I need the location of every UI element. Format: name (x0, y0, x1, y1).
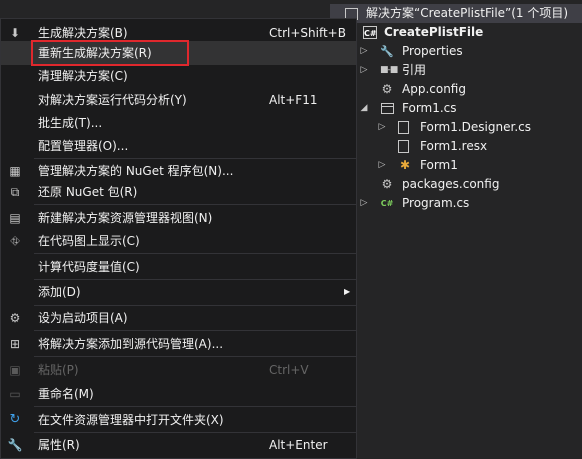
menu-item-rename[interactable]: ▭ 重命名(M) (1, 382, 356, 406)
solution-label: 解决方案“CreatePlistFile”(1 个项目) (366, 6, 569, 20)
code-map-icon: ⛗ (10, 234, 20, 248)
menu-item-label: 还原 NuGet 包(R) (38, 185, 138, 199)
menu-item-configuration-manager[interactable]: 配置管理器(O)... (1, 134, 356, 158)
tree-item-label: Program.cs (402, 196, 470, 210)
menu-item-calculate-metrics[interactable]: 计算代码度量值(C) (1, 255, 356, 279)
solution-node[interactable]: 解决方案“CreatePlistFile”(1 个项目) (330, 4, 582, 23)
class-icon: ✱ (399, 158, 411, 172)
menu-item-label: 属性(R) (38, 438, 80, 452)
expand-arrow-icon[interactable]: ▷ (376, 118, 388, 137)
highlight-box (31, 40, 189, 66)
menu-item-shortcut: Alt+F11 (269, 93, 318, 107)
menu-item-new-explorer-view[interactable]: ▤ 新建解决方案资源管理器视图(N) (1, 206, 356, 230)
menu-item-label: 新建解决方案资源管理器视图(N) (38, 211, 213, 225)
csharp-project-icon: C# (363, 26, 377, 39)
menu-item-add[interactable]: 添加(D) ▶ (1, 280, 356, 304)
config-file-icon: ⚙ (381, 177, 393, 191)
form-icon (381, 103, 394, 114)
build-icon: ⬇ (9, 26, 21, 40)
new-view-icon: ▤ (9, 211, 21, 225)
tree-item-label: CreatePlistFile (384, 25, 484, 39)
tree-item-label: Form1.cs (402, 101, 457, 115)
menu-item-shortcut: Alt+Enter (269, 438, 328, 452)
tree-item-label: packages.config (402, 177, 500, 191)
menu-separator (34, 406, 356, 407)
menu-item-label: 批生成(T)... (38, 116, 103, 130)
menu-item-run-code-analysis[interactable]: 对解决方案运行代码分析(Y) Alt+F11 (1, 88, 356, 112)
menu-item-label: 清理解决方案(C) (38, 69, 128, 83)
nuget-icon: ▦ (9, 164, 21, 178)
tree-item-label: Form1 (420, 158, 458, 172)
menu-item-add-source-control[interactable]: ⊞ 将解决方案添加到源代码管理(A)... (1, 332, 356, 356)
expand-arrow-icon[interactable]: ▷ (376, 156, 388, 175)
wrench-icon: 🔧 (380, 45, 394, 58)
tree-item-label: 引用 (402, 63, 427, 77)
tree-item-label: Form1.Designer.cs (420, 120, 531, 134)
expand-arrow-icon[interactable]: ▷ (358, 42, 370, 61)
csharp-file-icon: C# (380, 199, 394, 208)
menu-item-properties[interactable]: 🔧 属性(R) Alt+Enter (1, 433, 356, 457)
source-control-icon: ⊞ (9, 337, 21, 351)
menu-item-paste[interactable]: ▣ 粘贴(P) Ctrl+V (1, 358, 356, 382)
tree-item-label: App.config (402, 82, 466, 96)
menu-item-label: 配置管理器(O)... (38, 139, 129, 153)
menu-item-label: 将解决方案添加到源代码管理(A)... (38, 337, 224, 351)
collapse-arrow-icon[interactable]: ◢ (358, 99, 370, 118)
menu-item-label: 重命名(M) (38, 387, 94, 401)
menu-item-set-startup[interactable]: ⚙ 设为启动项目(A) (1, 306, 356, 330)
menu-item-label: 设为启动项目(A) (38, 311, 128, 325)
rename-icon: ▭ (9, 387, 21, 401)
menu-item-clean-solution[interactable]: 清理解决方案(C) (1, 64, 356, 88)
solution-explorer: 解决方案“CreatePlistFile”(1 个项目) C# CreatePl… (330, 0, 582, 459)
paste-icon: ▣ (9, 363, 21, 377)
menu-item-label: 在代码图上显示(C) (38, 234, 140, 248)
menu-item-label: 添加(D) (38, 285, 81, 299)
gear-icon: ⚙ (9, 311, 21, 325)
submenu-arrow-icon: ▶ (344, 287, 351, 296)
menu-separator (34, 253, 356, 254)
menu-item-show-on-code-map[interactable]: ⛗ 在代码图上显示(C) (1, 229, 356, 253)
wrench-icon: 🔧 (7, 438, 23, 452)
references-icon: ■-■ (380, 65, 398, 75)
menu-item-label: 对解决方案运行代码分析(Y) (38, 93, 187, 107)
menu-item-restore-nuget[interactable]: ⧉ 还原 NuGet 包(R) (1, 180, 356, 204)
expand-arrow-icon[interactable]: ▷ (358, 61, 370, 80)
menu-item-open-folder[interactable]: ↻ 在文件资源管理器中打开文件夹(X) (1, 408, 356, 432)
config-file-icon: ⚙ (381, 82, 393, 96)
resource-file-icon (398, 140, 409, 153)
menu-item-label: 计算代码度量值(C) (38, 260, 140, 274)
tree-item-label: Form1.resx (420, 139, 488, 153)
tree-item-label: Properties (402, 44, 463, 58)
menu-separator (34, 356, 356, 357)
context-menu: ⬇ 生成解决方案(B) Ctrl+Shift+B 重新生成解决方案(R) 清理解… (0, 18, 357, 459)
menu-item-shortcut: Ctrl+V (269, 363, 309, 377)
refresh-icon: ↻ (9, 412, 21, 427)
menu-separator (34, 330, 356, 331)
menu-separator (34, 204, 356, 205)
menu-item-label: 在文件资源管理器中打开文件夹(X) (38, 413, 224, 427)
restore-icon: ⧉ (10, 185, 20, 199)
code-file-icon (398, 121, 409, 134)
menu-item-label: 粘贴(P) (38, 363, 79, 377)
expand-arrow-icon[interactable]: ▷ (358, 194, 370, 213)
menu-item-batch-build[interactable]: 批生成(T)... (1, 111, 356, 135)
